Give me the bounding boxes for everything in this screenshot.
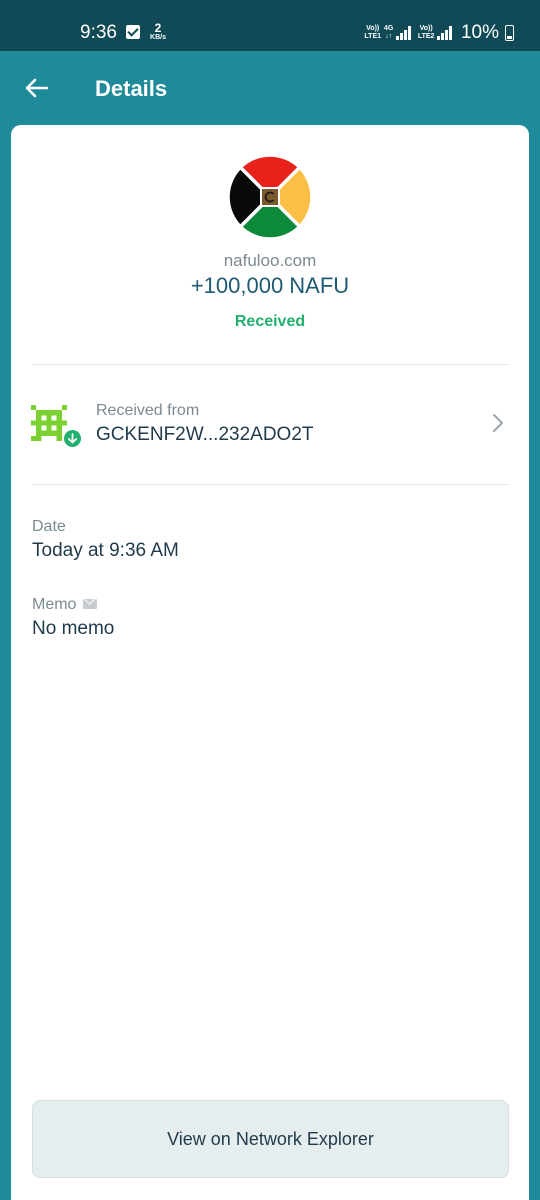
status-bar: 9:36 2 KB/s Vo)) LTE1 4G ↓↑ Vo)) LTE2 10… xyxy=(0,0,540,51)
sim1-signal-icon xyxy=(396,26,411,40)
mail-icon xyxy=(83,598,98,609)
transaction-amount: +100,000 NAFU xyxy=(190,273,350,298)
chevron-right-icon xyxy=(493,414,503,432)
memo-value: No memo xyxy=(32,618,115,639)
sim2-signal-icon xyxy=(437,26,452,40)
app-bar: Details xyxy=(0,51,540,126)
back-button[interactable] xyxy=(16,67,58,109)
checkbox-notification-icon xyxy=(126,25,140,39)
arrow-left-icon xyxy=(25,78,49,98)
sender-row[interactable]: Received from GCKENF2W...232ADO2T xyxy=(11,381,529,467)
nafu-token-logo xyxy=(228,155,312,239)
memo-label: Memo xyxy=(32,596,77,613)
date-value: Today at 9:36 AM xyxy=(32,540,179,561)
battery-icon xyxy=(505,25,514,41)
battery-percent: 10% xyxy=(460,22,499,43)
status-time: 9:36 xyxy=(80,22,117,43)
network-type-tag: 4G ↓↑ xyxy=(384,25,394,40)
view-network-explorer-button[interactable]: View on Network Explorer xyxy=(32,1100,509,1178)
sim2-volte-tag: Vo)) LTE2 xyxy=(417,25,435,40)
page-title: Details xyxy=(95,76,168,101)
sender-address: GCKENF2W...232ADO2T xyxy=(96,424,314,445)
memo-label-row: Memo xyxy=(32,596,98,614)
arrow-down-icon xyxy=(62,428,83,449)
date-label: Date xyxy=(32,518,66,535)
network-speed: 2 KB/s xyxy=(150,21,166,41)
details-card: nafuloo.com +100,000 NAFU Received Recei… xyxy=(11,125,529,1200)
transaction-status: Received xyxy=(234,313,306,330)
sender-label: Received from xyxy=(96,402,200,419)
divider xyxy=(32,484,508,485)
token-domain: nafuloo.com xyxy=(223,251,317,270)
sim1-volte-tag: Vo)) LTE1 xyxy=(364,25,382,40)
divider xyxy=(32,364,508,365)
status-indicators: Vo)) LTE1 4G ↓↑ Vo)) LTE2 10% xyxy=(364,22,514,44)
